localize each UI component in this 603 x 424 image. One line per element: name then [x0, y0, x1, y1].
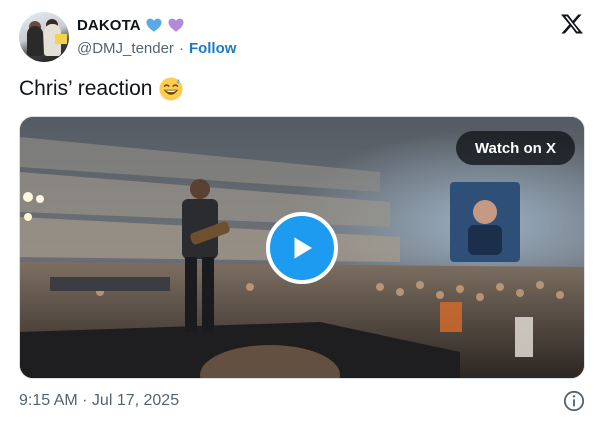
info-icon[interactable]: [563, 390, 585, 412]
tweet-text: Chris’ reaction: [19, 76, 184, 102]
grinning-sweat-face-icon: [159, 77, 183, 101]
separator: ·: [178, 40, 184, 57]
follow-button[interactable]: Follow: [189, 40, 237, 57]
video-media[interactable]: Watch on X: [19, 116, 585, 379]
purple-heart-icon: [168, 18, 184, 32]
handle-row: @DMJ_tender · Follow: [77, 40, 236, 57]
watch-on-x-button[interactable]: Watch on X: [455, 131, 575, 165]
avatar[interactable]: [19, 12, 69, 62]
timestamp[interactable]: 9:15 AM · Jul 17, 2025: [19, 392, 179, 410]
handle[interactable]: @DMJ_tender: [77, 40, 174, 57]
tweet-card: DAKOTA @DMJ_tender · Follow Chris’ react…: [0, 0, 603, 424]
play-button[interactable]: [266, 212, 338, 284]
blue-heart-icon: [146, 18, 162, 32]
tweet-body: Chris’ reaction: [19, 77, 153, 100]
x-logo-icon[interactable]: [560, 12, 584, 36]
play-icon: [294, 237, 312, 259]
display-name[interactable]: DAKOTA: [77, 17, 141, 34]
author-name-row: DAKOTA: [77, 14, 185, 36]
